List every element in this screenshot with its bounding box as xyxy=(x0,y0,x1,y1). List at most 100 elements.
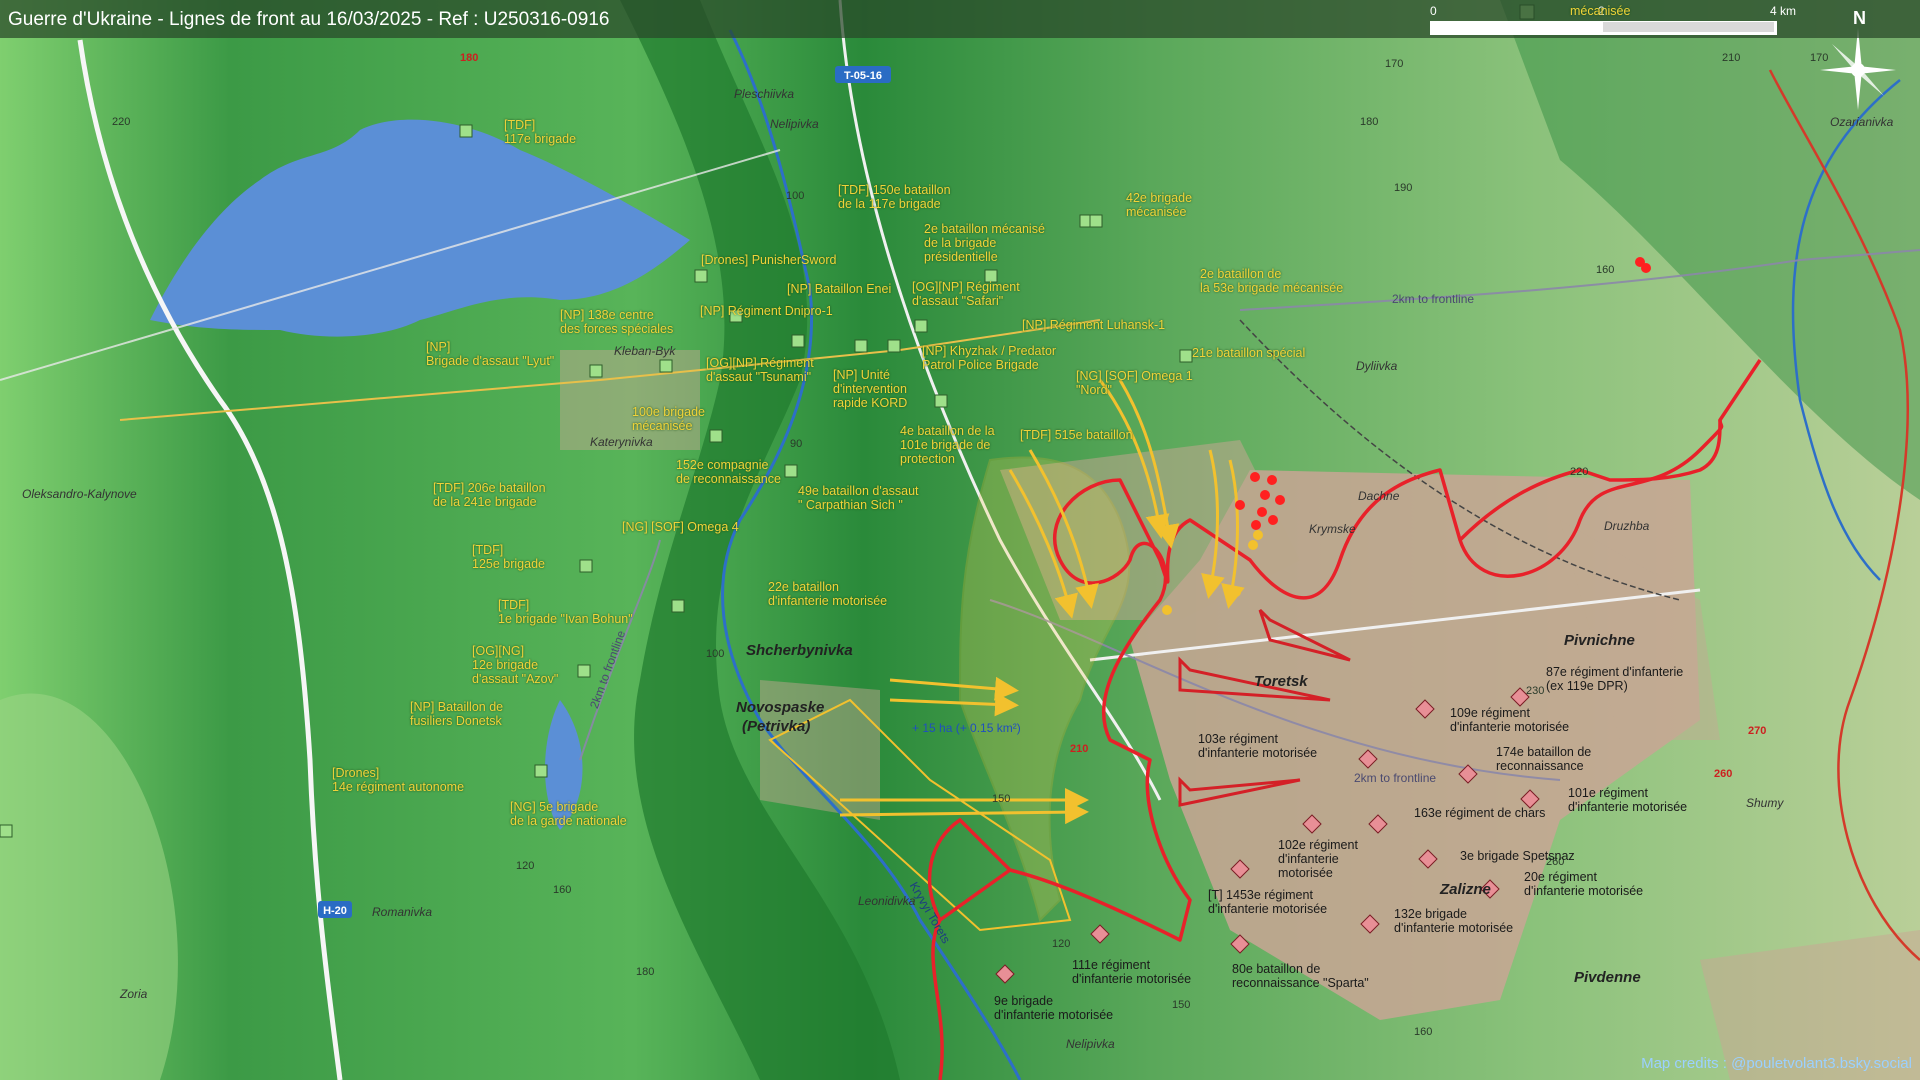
elevation-e5: 100 xyxy=(706,648,725,660)
elevation-e18: 220 xyxy=(1570,466,1589,478)
ru-unit-label-r12: 111e régiment d'infanterie motorisée xyxy=(1072,958,1192,986)
ukr-unit-label-u21: 22e bataillon d'infanterie motorisée xyxy=(768,580,888,608)
ru-unit-label-r10: [T] 1453e régiment d'infanterie motorisée xyxy=(1208,888,1328,916)
elevation-e9: 120 xyxy=(1052,938,1071,950)
ru-unit-label-r2: 109e régiment d'infanterie motorisée xyxy=(1450,706,1570,734)
ru-unit-label-r9: 20e régiment d'infanterie motorisée xyxy=(1524,870,1644,898)
place-label-kleban_byk: Kleban-Byk xyxy=(614,344,676,358)
scale-end: 4 km xyxy=(1770,4,1797,18)
place-label-ozarianivka: Ozarianivka xyxy=(1830,115,1894,129)
ukr-unit-label-u12: [OG][NP] Régiment d'assaut "Tsunami" xyxy=(706,356,814,384)
ukr-unit-label-u9: [OG][NP] Régiment d'assaut "Safari" xyxy=(912,280,1020,308)
place-label-petrivka: (Petrivka) xyxy=(742,718,811,735)
ru-unit-label-r1: 87e régiment d'infanterie (ex 119e DPR) xyxy=(1546,665,1684,693)
ukr-unit-label-u22: [TDF] 1e brigade "Ivan Bohun" xyxy=(498,598,633,626)
ru-unit-label-r11: 132e brigade d'infanterie motorisée xyxy=(1394,907,1514,935)
ukr-unit-label-u11: [NP] Khyzhak / Predator Patrol Police Bri… xyxy=(922,344,1057,372)
place-label-dyliivka: Dyliivka xyxy=(1356,359,1398,373)
road-badge-t0516: T-05-16 xyxy=(835,66,891,83)
ru-unit-label-r13: 80e bataillon de reconnaissance "Sparta" xyxy=(1232,962,1369,990)
ukr-unit-label-u14: 100e brigade mécanisée xyxy=(632,405,705,433)
place-label-katerynivka: Katerynivka xyxy=(590,435,653,449)
elevation-e15: 190 xyxy=(1394,182,1413,194)
scale-bar-half xyxy=(1603,22,1774,32)
ukr-unit-label-u24: [NP] Bataillon de fusiliers Donetsk xyxy=(410,700,504,728)
ukr-unit-label-u32: mécanisée xyxy=(1570,4,1631,18)
ukr-unit-label-u3: [NP] 138e centre des forces spéciales xyxy=(560,308,674,336)
elevation-e2: 220 xyxy=(112,116,131,128)
place-label-zoria: Zoria xyxy=(120,987,148,1001)
ukr-unit-label-u20: [TDF] 125e brigade xyxy=(472,543,545,571)
svg-text:T-05-16: T-05-16 xyxy=(844,70,882,82)
ukr-unit-label-u18: [TDF] 206e bataillon de la 241e brigade xyxy=(433,481,546,509)
ukr-unit-label-u17: 49e bataillon d'assaut " Carpathian Sich … xyxy=(798,484,919,512)
elevation-e19: 230 xyxy=(1526,685,1545,697)
ukr-unit-label-u29: 21e bataillon spécial xyxy=(1192,346,1306,360)
ukr-unit-label-u2: [NP] Brigade d'assaut "Lyut" xyxy=(426,340,555,368)
place-label-pivnichne: Pivnichne xyxy=(1564,632,1635,649)
ru-unit-label-r8: 3e brigade Spetsnaz xyxy=(1460,849,1575,863)
place-label-krymske: Krymske xyxy=(1309,522,1356,536)
elevation-e8: 180 xyxy=(636,966,655,978)
ukr-unit-label-u15: 152e compagnie de reconnaissance xyxy=(676,458,781,486)
place-label-romanivka: Romanivka xyxy=(372,905,433,919)
ukr-unit-label-u19: [NG] [SOF] Omega 4 xyxy=(622,520,739,534)
road-badge-h20: H-20 xyxy=(318,901,352,918)
place-label-novospaske: Novospaske xyxy=(736,699,825,716)
map-title: Guerre d'Ukraine - Lignes de front au 16… xyxy=(8,9,610,30)
elevation-e4: 90 xyxy=(790,438,803,450)
elevation-e13: 170 xyxy=(1385,58,1404,70)
place-label-oleksandro: Oleksandro-Kalynove xyxy=(22,487,137,501)
elevation-e16: 170 xyxy=(1810,52,1829,64)
ukr-unit-label-u13: [NP] Unité d'intervention rapide KORD xyxy=(833,368,908,410)
ukr-unit-label-u7: [TDF] 150e bataillon de la 117e brigade xyxy=(838,183,951,211)
elevation-e6: 120 xyxy=(516,860,535,872)
ukr-unit-label-u28: 2e bataillon de la 53e brigade mécanisée xyxy=(1200,267,1344,295)
place-label-druzhba: Druzhba xyxy=(1604,519,1650,533)
place-label-nelipivka_n: Nelipivka xyxy=(770,117,819,131)
place-label-shumy: Shumy xyxy=(1746,796,1784,810)
ukr-unit-label-u23: [OG][NG] 12e brigade d'assaut "Azov" xyxy=(472,644,559,686)
ukr-unit-label-u27: 42e brigade mécanisée xyxy=(1126,191,1193,219)
ru-unit-label-r5: 101e régiment d'infanterie motorisée xyxy=(1568,786,1688,814)
ukr-unit-label-u25: [Drones] 14e régiment autonome xyxy=(332,766,465,794)
place-label-nelipivka_s: Nelipivka xyxy=(1066,1037,1115,1051)
elevation-e17: 160 xyxy=(1596,264,1615,276)
place-label-pleschiivka: Pleschiivka xyxy=(734,87,795,101)
elevation-e22: 260 xyxy=(1714,768,1733,780)
elevation-e20: 270 xyxy=(1748,725,1767,737)
ukr-unit-label-u4: [Drones] PunisherSword xyxy=(701,253,837,267)
ukr-unit-label-u31: [TDF] 515e bataillon xyxy=(1020,428,1133,442)
elevation-e10: 150 xyxy=(992,793,1011,805)
place-label-leonidivka: Leonidivka xyxy=(858,894,916,908)
scale-start: 0 xyxy=(1430,4,1437,18)
ru-unit-label-r6: 163e régiment de chars xyxy=(1414,806,1546,820)
place-label-zalizne: Zalizne xyxy=(1440,881,1491,898)
elevation-e3: 100 xyxy=(786,190,805,202)
map-canvas[interactable]: T-05-16 H-20 xyxy=(0,0,1920,1080)
place-label-shcherbynivka: Shcherbynivka xyxy=(746,642,853,659)
ukr-unit-label-u5: [NP] Régiment Dnipro-1 xyxy=(700,304,833,318)
ru-unit-label-r3: 103e régiment d'infanterie motorisée xyxy=(1198,732,1318,760)
elevation-e23: 210 xyxy=(1722,52,1741,64)
place-label-pivdenne: Pivdenne xyxy=(1574,969,1641,986)
ukr-unit-label-u8: 2e bataillon mécanisé de la brigade présid… xyxy=(924,222,1045,264)
elevation-e12: 210 xyxy=(1070,743,1089,755)
elevation-e14: 180 xyxy=(1360,116,1379,128)
ukr-unit-label-u10: [NP] Régiment Luhansk-1 xyxy=(1022,318,1166,332)
ukr-unit-label-u1: [TDF] 117e brigade xyxy=(504,118,577,146)
ukr-unit-label-u16: 4e bataillon de la 101e brigade de protect… xyxy=(900,424,995,466)
ru-unit-label-r14: 9e brigade d'infanterie motorisée xyxy=(994,994,1114,1022)
map-credits: Map credits : @pouletvolant3.bsky.social xyxy=(1641,1055,1912,1072)
elevation-e7: 160 xyxy=(553,884,572,896)
ru-unit-label-r7: 102e régiment d'infanterie motorisée xyxy=(1278,838,1358,880)
ukr-unit-label-u26: [NG] 5e brigade de la garde nationale xyxy=(510,800,627,828)
frontline-buffer-label-fl2: 2km to frontline xyxy=(1354,771,1437,785)
elevation-e11: 150 xyxy=(1172,999,1191,1011)
north-label: N xyxy=(1853,8,1866,28)
ru-unit-label-r4: 174e bataillon de reconnaissance xyxy=(1496,745,1592,773)
elevation-e24: 160 xyxy=(1414,1026,1433,1038)
place-label-toretsk: Toretsk xyxy=(1254,673,1308,690)
frontline-buffer-label-fl1: 2km to frontline xyxy=(1392,292,1475,306)
elevation-e1: 180 xyxy=(460,52,479,64)
